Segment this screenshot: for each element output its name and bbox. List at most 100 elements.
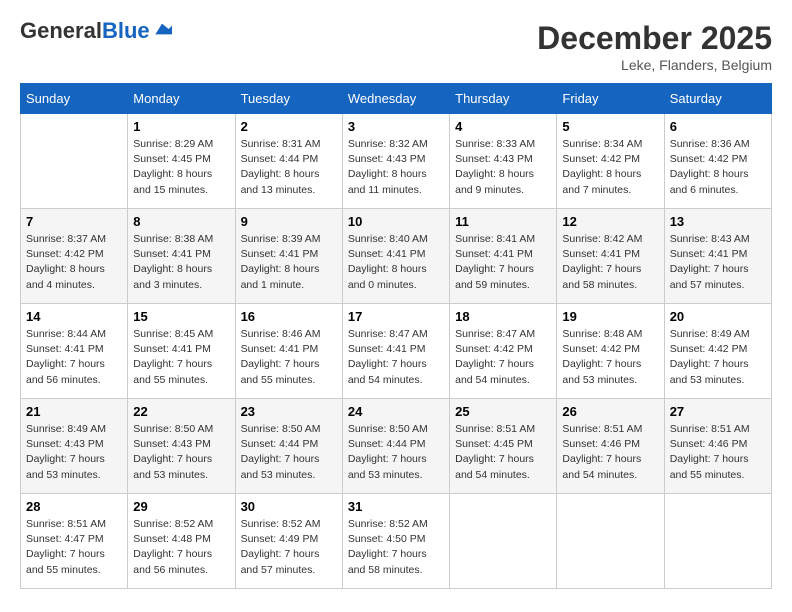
day-number: 2 — [241, 119, 337, 134]
day-cell: 27 Sunrise: 8:51 AM Sunset: 4:46 PM Dayli… — [664, 399, 771, 494]
day-cell: 19Sunrise: 8:48 AM Sunset: 4:42 PM Dayli… — [557, 304, 664, 399]
header-thursday: Thursday — [450, 84, 557, 114]
day-number: 26 — [562, 404, 658, 419]
day-number: 17 — [348, 309, 444, 324]
day-cell: 1Sunrise: 8:29 AM Sunset: 4:45 PM Daylig… — [128, 114, 235, 209]
day-number: 27 — [670, 404, 766, 419]
day-number: 30 — [241, 499, 337, 514]
day-info: Sunrise: 8:38 AM Sunset: 4:41 PM Dayligh… — [133, 232, 229, 293]
page-header: GeneralBlue December 2025 Leke, Flanders… — [20, 20, 772, 73]
day-cell: 12 Sunrise: 8:42 AM Sunset: 4:41 PM Dayli… — [557, 209, 664, 304]
day-number: 8 — [133, 214, 229, 229]
day-number: 13 — [670, 214, 766, 229]
month-title: December 2025 — [537, 20, 772, 57]
day-info: Sunrise: 8:47 AM Sunset: 4:42 PM Dayligh… — [455, 327, 551, 388]
day-cell — [21, 114, 128, 209]
day-cell: 14Sunrise: 8:44 AM Sunset: 4:41 PM Dayli… — [21, 304, 128, 399]
day-info: Sunrise: 8:32 AM Sunset: 4:43 PM Dayligh… — [348, 137, 444, 198]
day-info: Sunrise: 8:47 AM Sunset: 4:41 PM Dayligh… — [348, 327, 444, 388]
day-number: 18 — [455, 309, 551, 324]
day-info: Sunrise: 8:42 AM Sunset: 4:41 PM Dayligh… — [562, 232, 658, 293]
day-number: 24 — [348, 404, 444, 419]
calendar-table: SundayMondayTuesdayWednesdayThursdayFrid… — [20, 83, 772, 589]
day-cell: 31 Sunrise: 8:52 AM Sunset: 4:50 PM Dayli… — [342, 494, 449, 589]
day-cell: 24 Sunrise: 8:50 AM Sunset: 4:44 PM Dayli… — [342, 399, 449, 494]
day-number: 12 — [562, 214, 658, 229]
day-cell: 11 Sunrise: 8:41 AM Sunset: 4:41 PM Dayli… — [450, 209, 557, 304]
day-cell: 21 Sunrise: 8:49 AM Sunset: 4:43 PM Dayli… — [21, 399, 128, 494]
calendar-header-row: SundayMondayTuesdayWednesdayThursdayFrid… — [21, 84, 772, 114]
day-cell: 16 Sunrise: 8:46 AM Sunset: 4:41 PM Dayli… — [235, 304, 342, 399]
day-number: 9 — [241, 214, 337, 229]
day-number: 14 — [26, 309, 122, 324]
week-row-2: 7Sunrise: 8:37 AM Sunset: 4:42 PM Daylig… — [21, 209, 772, 304]
header-friday: Friday — [557, 84, 664, 114]
day-info: Sunrise: 8:49 AM Sunset: 4:43 PM Dayligh… — [26, 422, 122, 483]
day-cell — [664, 494, 771, 589]
day-info: Sunrise: 8:48 AM Sunset: 4:42 PM Dayligh… — [562, 327, 658, 388]
day-info: Sunrise: 8:36 AM Sunset: 4:42 PM Dayligh… — [670, 137, 766, 198]
logo: GeneralBlue — [20, 20, 172, 42]
day-info: Sunrise: 8:50 AM Sunset: 4:44 PM Dayligh… — [348, 422, 444, 483]
day-cell: 10Sunrise: 8:40 AM Sunset: 4:41 PM Dayli… — [342, 209, 449, 304]
day-number: 22 — [133, 404, 229, 419]
day-info: Sunrise: 8:51 AM Sunset: 4:46 PM Dayligh… — [670, 422, 766, 483]
day-info: Sunrise: 8:52 AM Sunset: 4:49 PM Dayligh… — [241, 517, 337, 578]
day-info: Sunrise: 8:51 AM Sunset: 4:47 PM Dayligh… — [26, 517, 122, 578]
day-cell: 25Sunrise: 8:51 AM Sunset: 4:45 PM Dayli… — [450, 399, 557, 494]
day-cell: 20 Sunrise: 8:49 AM Sunset: 4:42 PM Dayli… — [664, 304, 771, 399]
week-row-5: 28 Sunrise: 8:51 AM Sunset: 4:47 PM Dayli… — [21, 494, 772, 589]
day-number: 20 — [670, 309, 766, 324]
day-number: 3 — [348, 119, 444, 134]
day-info: Sunrise: 8:50 AM Sunset: 4:43 PM Dayligh… — [133, 422, 229, 483]
day-number: 7 — [26, 214, 122, 229]
logo-icon — [152, 22, 172, 36]
day-info: Sunrise: 8:33 AM Sunset: 4:43 PM Dayligh… — [455, 137, 551, 198]
day-info: Sunrise: 8:49 AM Sunset: 4:42 PM Dayligh… — [670, 327, 766, 388]
day-cell: 17 Sunrise: 8:47 AM Sunset: 4:41 PM Dayli… — [342, 304, 449, 399]
day-info: Sunrise: 8:29 AM Sunset: 4:45 PM Dayligh… — [133, 137, 229, 198]
day-number: 16 — [241, 309, 337, 324]
day-number: 4 — [455, 119, 551, 134]
logo-text: GeneralBlue — [20, 20, 150, 42]
day-info: Sunrise: 8:41 AM Sunset: 4:41 PM Dayligh… — [455, 232, 551, 293]
day-cell: 29Sunrise: 8:52 AM Sunset: 4:48 PM Dayli… — [128, 494, 235, 589]
week-row-3: 14Sunrise: 8:44 AM Sunset: 4:41 PM Dayli… — [21, 304, 772, 399]
day-cell — [557, 494, 664, 589]
day-cell: 28 Sunrise: 8:51 AM Sunset: 4:47 PM Dayli… — [21, 494, 128, 589]
day-number: 23 — [241, 404, 337, 419]
day-cell: 3 Sunrise: 8:32 AM Sunset: 4:43 PM Daylig… — [342, 114, 449, 209]
day-info: Sunrise: 8:34 AM Sunset: 4:42 PM Dayligh… — [562, 137, 658, 198]
day-cell: 30 Sunrise: 8:52 AM Sunset: 4:49 PM Dayli… — [235, 494, 342, 589]
day-number: 5 — [562, 119, 658, 134]
day-info: Sunrise: 8:51 AM Sunset: 4:46 PM Dayligh… — [562, 422, 658, 483]
day-cell: 5 Sunrise: 8:34 AM Sunset: 4:42 PM Daylig… — [557, 114, 664, 209]
day-number: 11 — [455, 214, 551, 229]
day-info: Sunrise: 8:45 AM Sunset: 4:41 PM Dayligh… — [133, 327, 229, 388]
day-info: Sunrise: 8:52 AM Sunset: 4:50 PM Dayligh… — [348, 517, 444, 578]
day-cell: 18 Sunrise: 8:47 AM Sunset: 4:42 PM Dayli… — [450, 304, 557, 399]
day-info: Sunrise: 8:43 AM Sunset: 4:41 PM Dayligh… — [670, 232, 766, 293]
day-cell: 2 Sunrise: 8:31 AM Sunset: 4:44 PM Daylig… — [235, 114, 342, 209]
day-cell: 22 Sunrise: 8:50 AM Sunset: 4:43 PM Dayli… — [128, 399, 235, 494]
title-block: December 2025 Leke, Flanders, Belgium — [537, 20, 772, 73]
day-cell: 9 Sunrise: 8:39 AM Sunset: 4:41 PM Daylig… — [235, 209, 342, 304]
day-info: Sunrise: 8:46 AM Sunset: 4:41 PM Dayligh… — [241, 327, 337, 388]
day-number: 15 — [133, 309, 229, 324]
header-tuesday: Tuesday — [235, 84, 342, 114]
day-info: Sunrise: 8:31 AM Sunset: 4:44 PM Dayligh… — [241, 137, 337, 198]
day-number: 21 — [26, 404, 122, 419]
day-cell: 15 Sunrise: 8:45 AM Sunset: 4:41 PM Dayli… — [128, 304, 235, 399]
day-cell: 4 Sunrise: 8:33 AM Sunset: 4:43 PM Daylig… — [450, 114, 557, 209]
header-saturday: Saturday — [664, 84, 771, 114]
day-number: 28 — [26, 499, 122, 514]
header-wednesday: Wednesday — [342, 84, 449, 114]
header-monday: Monday — [128, 84, 235, 114]
day-cell: 23Sunrise: 8:50 AM Sunset: 4:44 PM Dayli… — [235, 399, 342, 494]
week-row-4: 21 Sunrise: 8:49 AM Sunset: 4:43 PM Dayli… — [21, 399, 772, 494]
day-number: 31 — [348, 499, 444, 514]
day-info: Sunrise: 8:39 AM Sunset: 4:41 PM Dayligh… — [241, 232, 337, 293]
header-sunday: Sunday — [21, 84, 128, 114]
day-cell: 13 Sunrise: 8:43 AM Sunset: 4:41 PM Dayli… — [664, 209, 771, 304]
day-cell: 6Sunrise: 8:36 AM Sunset: 4:42 PM Daylig… — [664, 114, 771, 209]
